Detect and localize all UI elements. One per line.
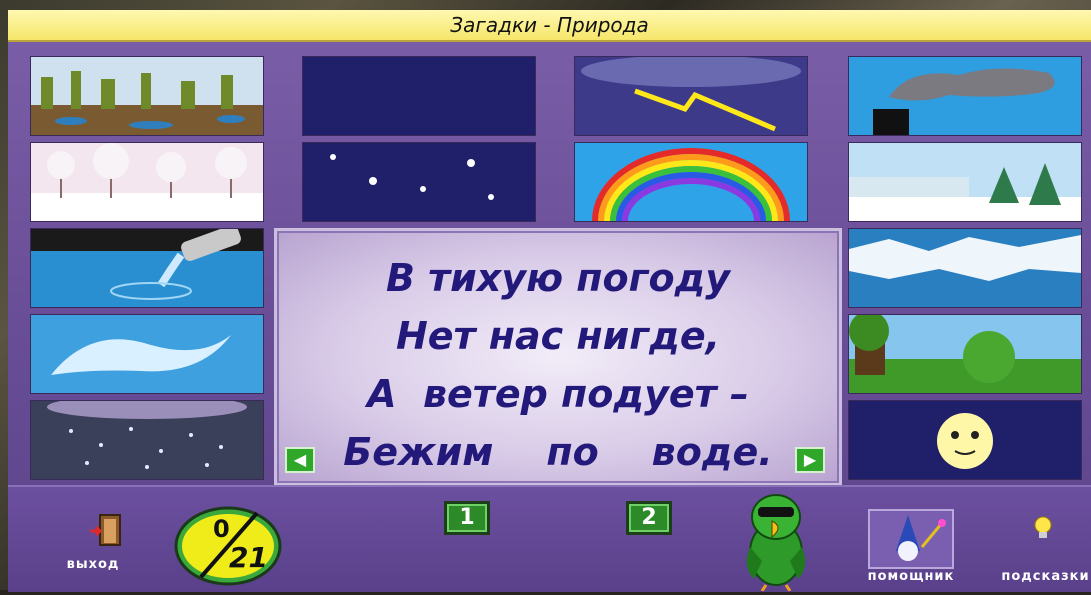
tile-swamp[interactable]	[30, 56, 264, 136]
helper-button[interactable]	[868, 509, 954, 569]
lightbulb-icon	[1034, 516, 1052, 538]
tile-smoke-chimney[interactable]	[848, 56, 1082, 136]
riddle-line: Бежим по воде.	[343, 430, 773, 474]
tile-stars[interactable]	[302, 142, 536, 222]
hint-button[interactable]: подсказки	[998, 513, 1090, 584]
page-button-1[interactable]: 1	[444, 501, 490, 535]
score-counter: 0 21	[173, 505, 283, 587]
tile-sun-face[interactable]	[848, 400, 1082, 480]
hint-label: подсказки	[1001, 569, 1090, 584]
exit-button[interactable]: выход	[48, 511, 138, 581]
game-window: Загадки - Природа В тихую погоду Нет нас…	[8, 10, 1091, 592]
tile-lightning[interactable]	[574, 56, 808, 136]
wizard-helper-icon	[896, 515, 946, 561]
score-total: 21	[229, 541, 268, 574]
tile-rain-cloud[interactable]	[30, 400, 264, 480]
riddle-line: А ветер подует –	[367, 372, 749, 416]
riddle-line: Нет нас нигде,	[395, 314, 721, 358]
tile-snowy-forest[interactable]	[848, 142, 1082, 222]
score-current: 0	[213, 515, 230, 543]
riddle-text: В тихую погоду Нет нас нигде, А ветер по…	[277, 249, 839, 481]
prev-button[interactable]: ◀	[285, 447, 315, 473]
exit-door-icon	[89, 514, 121, 546]
helper-label: помощник	[867, 569, 955, 584]
window-title: Загадки - Природа	[450, 13, 649, 37]
tile-ice-floes[interactable]	[848, 228, 1082, 308]
parrot-mascot[interactable]	[736, 487, 816, 592]
bottom-toolbar: выход 0 21 1 2 помощник подсказки	[8, 485, 1091, 592]
riddle-line: В тихую погоду	[385, 256, 731, 300]
page-button-2[interactable]: 2	[626, 501, 672, 535]
tile-winter-trees[interactable]	[30, 142, 264, 222]
tile-water-pipe[interactable]	[30, 228, 264, 308]
title-bar: Загадки - Природа	[8, 10, 1091, 42]
tile-wave[interactable]	[30, 314, 264, 394]
riddle-panel: В тихую погоду Нет нас нигде, А ветер по…	[274, 228, 842, 486]
next-button[interactable]: ▶	[795, 447, 825, 473]
tile-rainbow[interactable]	[574, 142, 808, 222]
exit-label: выход	[66, 557, 120, 572]
arrow-right-icon: ▶	[803, 450, 817, 469]
parrot-icon	[746, 494, 806, 592]
arrow-left-icon: ◀	[293, 450, 307, 469]
tile-spring-meadow[interactable]	[848, 314, 1082, 394]
tile-moon[interactable]	[302, 56, 536, 136]
